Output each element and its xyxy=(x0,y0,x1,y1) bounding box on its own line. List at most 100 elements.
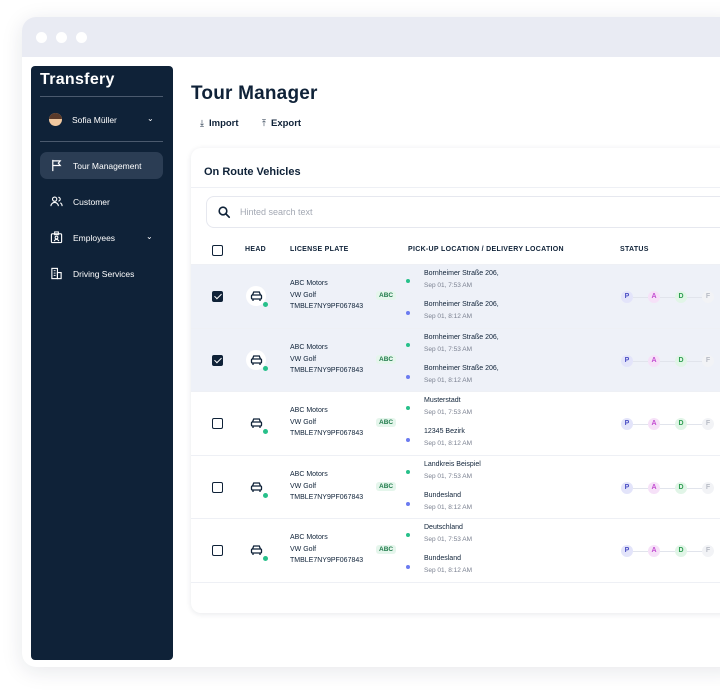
export-label: Export xyxy=(270,118,302,129)
pickup-address: Landkreis Beispiel xyxy=(424,461,481,468)
column-header-head: HEAD xyxy=(245,246,267,253)
pickup-location: Bornheimer Straße 206, Sep 01, 7:53 AM xyxy=(424,332,499,356)
delivery-dot xyxy=(406,565,410,569)
import-button[interactable]: ⤓ Import xyxy=(200,118,239,129)
online-status-dot xyxy=(263,302,268,307)
license-plate: TMBLE7NY9PF067843 xyxy=(290,494,364,501)
table-row[interactable]: ABC Motors VW Golf TMBLE7NY9PF067843 ABC Bor… xyxy=(191,328,720,392)
table-row[interactable]: ABC Motors VW Golf TMBLE7NY9PF067843 ABC Mus… xyxy=(191,391,720,455)
delivery-time: Sep 01, 8:12 AM xyxy=(424,377,473,384)
company-name: ABC Motors xyxy=(290,534,328,541)
user-menu[interactable]: Sofia Müller ⌄ xyxy=(49,113,159,127)
avatar xyxy=(49,113,62,126)
search-input[interactable]: Hinted search text xyxy=(206,196,720,228)
status-step-d: D xyxy=(675,482,687,494)
plate-tag-badge: ABC xyxy=(376,355,397,364)
status-step-d: D xyxy=(675,545,687,557)
pickup-dot xyxy=(406,470,410,474)
row-checkbox[interactable] xyxy=(212,482,223,493)
status-connector xyxy=(633,551,648,552)
company-name: ABC Motors xyxy=(290,344,328,351)
vehicle-model: VW Golf xyxy=(290,355,317,363)
license-plate: TMBLE7NY9PF067843 xyxy=(290,367,364,374)
company-name: ABC Motors xyxy=(290,471,328,478)
card-title: On Route Vehicles xyxy=(204,166,301,178)
car-icon xyxy=(250,291,262,301)
pickup-time: Sep 01, 7:53 AM xyxy=(424,282,473,289)
row-checkbox[interactable] xyxy=(212,291,223,302)
sidebar: Transfery Sofia Müller ⌄ Tour Management… xyxy=(31,66,173,660)
row-checkbox[interactable] xyxy=(212,355,223,366)
car-icon xyxy=(250,418,262,428)
row-checkbox[interactable] xyxy=(212,418,223,429)
window-maximize-dot[interactable] xyxy=(76,32,87,43)
export-button[interactable]: ⤒ Export xyxy=(262,118,301,129)
plate-tag-badge: ABC xyxy=(376,291,397,300)
search-icon xyxy=(218,206,231,219)
status-step-a: A xyxy=(648,418,660,430)
status-step-f: F xyxy=(702,545,714,557)
table-row[interactable]: ABC Motors VW Golf TMBLE7NY9PF067843 ABC Lan… xyxy=(191,455,720,519)
status-step-p: P xyxy=(621,355,633,367)
window-close-dot[interactable] xyxy=(36,32,47,43)
sidebar-item-label: Customer xyxy=(73,197,110,207)
user-name: Sofia Müller xyxy=(72,115,117,125)
online-status-dot xyxy=(263,493,268,498)
sidebar-item-tour-management[interactable]: Tour Management xyxy=(40,152,163,179)
delivery-dot xyxy=(406,311,410,315)
status-connector xyxy=(633,297,648,298)
license-plate: TMBLE7NY9PF067843 xyxy=(290,557,364,564)
car-icon xyxy=(250,355,262,365)
sidebar-item-employees[interactable]: Employees ⌄ xyxy=(40,224,163,251)
status-step-p: P xyxy=(621,545,633,557)
car-icon xyxy=(250,482,262,492)
delivery-location: Bornheimer Straße 206, Sep 01, 8:12 AM xyxy=(424,299,499,323)
status-step-f: F xyxy=(702,418,714,430)
delivery-dot xyxy=(406,375,410,379)
status-step-a: A xyxy=(648,482,660,494)
delivery-location: Bornheimer Straße 206, Sep 01, 8:12 AM xyxy=(424,363,499,387)
chevron-down-icon: ⌄ xyxy=(147,114,154,123)
sidebar-divider xyxy=(40,96,163,97)
table-row[interactable]: ABC Motors VW Golf TMBLE7NY9PF067843 ABC Bor… xyxy=(191,264,720,328)
status-connector xyxy=(660,488,675,489)
sidebar-item-driving-services[interactable]: Driving Services xyxy=(40,260,163,287)
status-connector xyxy=(633,361,648,362)
download-icon: ⤓ xyxy=(200,118,204,128)
row-checkbox[interactable] xyxy=(212,545,223,556)
status-connector xyxy=(633,424,648,425)
license-plate-info: ABC Motors VW Golf TMBLE7NY9PF067843 xyxy=(290,405,363,440)
license-plate-info: ABC Motors VW Golf TMBLE7NY9PF067843 xyxy=(290,278,363,313)
sidebar-item-customer[interactable]: Customer xyxy=(40,188,163,215)
vehicles-card: On Route Vehicles Hinted search text HEA… xyxy=(191,148,720,613)
delivery-time: Sep 01, 8:12 AM xyxy=(424,567,473,574)
online-status-dot xyxy=(263,366,268,371)
table-bottom-divider xyxy=(191,582,720,584)
status-step-a: A xyxy=(648,291,660,303)
status-step-p: P xyxy=(621,482,633,494)
vehicle-model: VW Golf xyxy=(290,291,317,299)
sidebar-item-label: Driving Services xyxy=(73,269,135,279)
delivery-dot xyxy=(406,438,410,442)
pickup-time: Sep 01, 7:53 AM xyxy=(424,536,473,543)
status-connector xyxy=(660,424,675,425)
delivery-address: Bornheimer Straße 206, xyxy=(424,301,499,308)
pickup-location: Musterstadt Sep 01, 7:53 AM xyxy=(424,395,472,419)
status-connector xyxy=(660,361,675,362)
column-header-status: STATUS xyxy=(620,246,649,253)
select-all-checkbox[interactable] xyxy=(212,245,223,256)
plate-tag-badge: ABC xyxy=(376,482,397,491)
delivery-time: Sep 01, 8:12 AM xyxy=(424,440,473,447)
vehicle-model: VW Golf xyxy=(290,482,317,490)
delivery-address: Bundesland xyxy=(424,492,461,499)
window-minimize-dot[interactable] xyxy=(56,32,67,43)
status-step-a: A xyxy=(648,355,660,367)
delivery-time: Sep 01, 8:12 AM xyxy=(424,313,473,320)
status-connector xyxy=(660,551,675,552)
status-connector xyxy=(687,297,702,298)
table-row[interactable]: ABC Motors VW Golf TMBLE7NY9PF067843 ABC Deu… xyxy=(191,518,720,582)
pickup-dot xyxy=(406,343,410,347)
status-step-f: F xyxy=(702,291,714,303)
sidebar-item-label: Employees xyxy=(73,233,116,243)
license-plate: TMBLE7NY9PF067843 xyxy=(290,303,364,310)
